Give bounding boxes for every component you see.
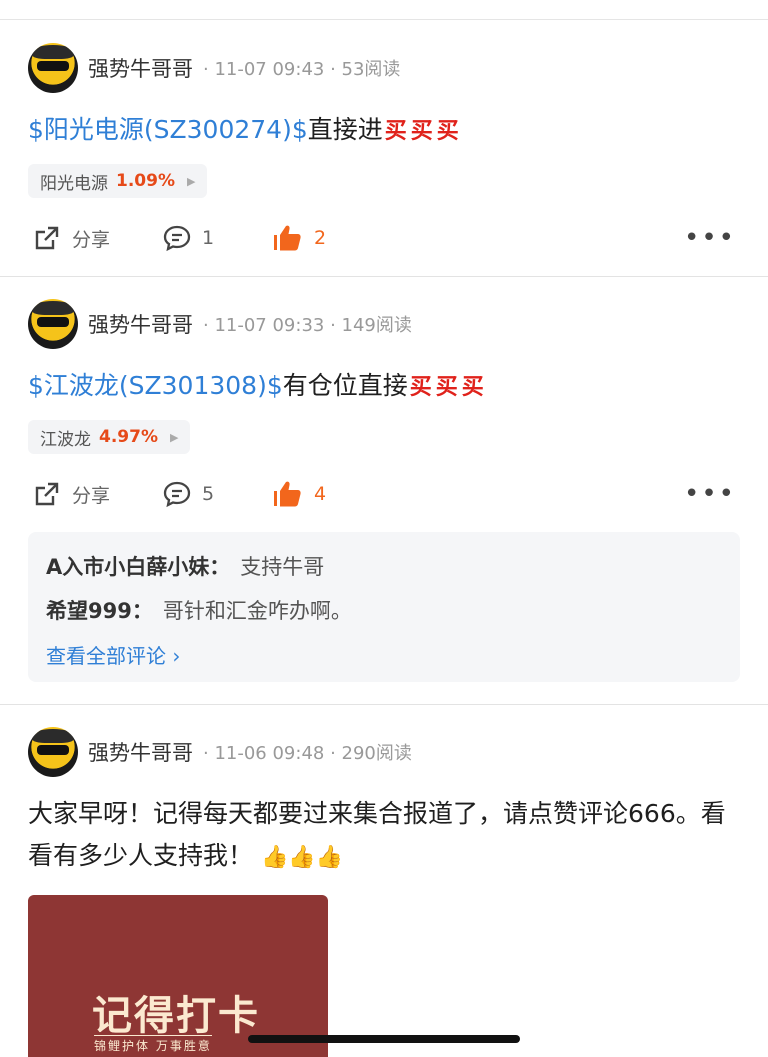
view-all-comments-link[interactable]: 查看全部评论 › (46, 632, 722, 676)
chip-change: 1.09% (116, 171, 175, 191)
post-header: 强势牛哥哥 · 11-07 09:33 · 149阅读 (28, 299, 412, 349)
stock-chip[interactable]: 阳光电源 1.09% ▶ (28, 164, 208, 198)
post-meta: · 11-07 09:33 · 149阅读 (203, 315, 412, 336)
more-icon[interactable]: ••• (684, 225, 736, 251)
post-image[interactable]: 记得打卡 锦鲤护体 万事胜意 (28, 895, 328, 1057)
comment-count: 5 (202, 483, 215, 505)
post-text: 大家早呀！记得每天都要过来集合报道了，请点赞评论666。看看有多少人支持我！ (28, 799, 726, 870)
comment-icon (163, 225, 191, 252)
post-text: 有仓位直接 (282, 371, 408, 400)
play-arrow-icon: ▶ (186, 174, 196, 188)
post-header: 强势牛哥哥 · 11-07 09:43 · 53阅读 (28, 43, 400, 93)
thumbs-up-icon (274, 481, 301, 507)
share-button[interactable]: 分享 (32, 223, 162, 253)
buy-marks: 买买买 (384, 119, 463, 144)
image-title: 记得打卡 (92, 993, 260, 1039)
like-button[interactable]: 2 (272, 223, 326, 253)
username[interactable]: 强势牛哥哥 (88, 53, 193, 83)
share-icon (35, 482, 59, 506)
image-subtitle: 锦鲤护体 万事胜意 (94, 1035, 212, 1054)
comment-text: 哥针和汇金咋办啊。 (162, 599, 352, 623)
avatar[interactable] (28, 43, 78, 93)
share-label: 分享 (72, 228, 111, 251)
stock-link[interactable]: $江波龙(SZ301308)$ (28, 371, 283, 400)
post-card[interactable]: 强势牛哥哥 · 11-07 09:43 · 53阅读 $阳光电源(SZ30027… (0, 20, 768, 277)
share-icon (35, 226, 59, 250)
top-divider (0, 0, 768, 20)
comment-count: 1 (202, 227, 215, 249)
comment-item: 希望999： 哥针和汇金咋办啊。 (46, 588, 722, 632)
post-card[interactable]: 强势牛哥哥 · 11-06 09:48 · 290阅读 大家早呀！记得每天都要过… (0, 705, 768, 1057)
comment-icon (163, 481, 191, 508)
stock-link[interactable]: $阳光电源(SZ300274)$ (28, 115, 308, 144)
thumbs-up-icon (274, 225, 301, 251)
like-count: 4 (314, 483, 327, 505)
comment-user[interactable]: 希望999： (46, 595, 153, 625)
share-button[interactable]: 分享 (32, 479, 162, 509)
comment-preview[interactable]: A入市小白薛小妹： 支持牛哥 希望999： 哥针和汇金咋办啊。 查看全部评论 › (28, 532, 740, 682)
chip-change: 4.97% (99, 427, 158, 447)
username[interactable]: 强势牛哥哥 (88, 309, 193, 339)
post-meta: · 11-06 09:48 · 290阅读 (203, 743, 412, 764)
like-count: 2 (314, 227, 327, 249)
post-content: 大家早呀！记得每天都要过来集合报道了，请点赞评论666。看看有多少人支持我！ 👍… (28, 793, 740, 879)
thumbs-up-emoji: 👍👍👍 (260, 845, 344, 870)
action-bar: 分享 5 4 ••• (32, 476, 736, 512)
comment-text: 支持牛哥 (240, 555, 325, 579)
post-meta: · 11-07 09:43 · 53阅读 (203, 59, 401, 80)
comment-user[interactable]: A入市小白薛小妹： (46, 551, 230, 581)
chip-name: 江波龙 (40, 429, 91, 450)
comment-button[interactable]: 5 (162, 479, 272, 509)
post-card[interactable]: 强势牛哥哥 · 11-07 09:33 · 149阅读 $江波龙(SZ30130… (0, 277, 768, 705)
stock-chip[interactable]: 江波龙 4.97% ▶ (28, 420, 191, 454)
chip-name: 阳光电源 (40, 173, 108, 194)
play-arrow-icon: ▶ (169, 430, 179, 444)
share-label: 分享 (72, 484, 111, 507)
action-bar: 分享 1 2 ••• (32, 220, 736, 256)
more-icon[interactable]: ••• (684, 481, 736, 507)
home-indicator (248, 1035, 520, 1043)
buy-marks: 买买买 (409, 375, 488, 400)
username[interactable]: 强势牛哥哥 (88, 737, 193, 767)
comment-button[interactable]: 1 (162, 223, 272, 253)
avatar[interactable] (28, 299, 78, 349)
post-header: 强势牛哥哥 · 11-06 09:48 · 290阅读 (28, 727, 412, 777)
post-content: $江波龙(SZ301308)$有仓位直接买买买 (28, 366, 740, 408)
avatar[interactable] (28, 727, 78, 777)
comment-item: A入市小白薛小妹： 支持牛哥 (46, 544, 722, 588)
like-button[interactable]: 4 (272, 479, 326, 509)
post-content: $阳光电源(SZ300274)$直接进买买买 (28, 110, 740, 152)
post-text: 直接进 (307, 115, 383, 144)
